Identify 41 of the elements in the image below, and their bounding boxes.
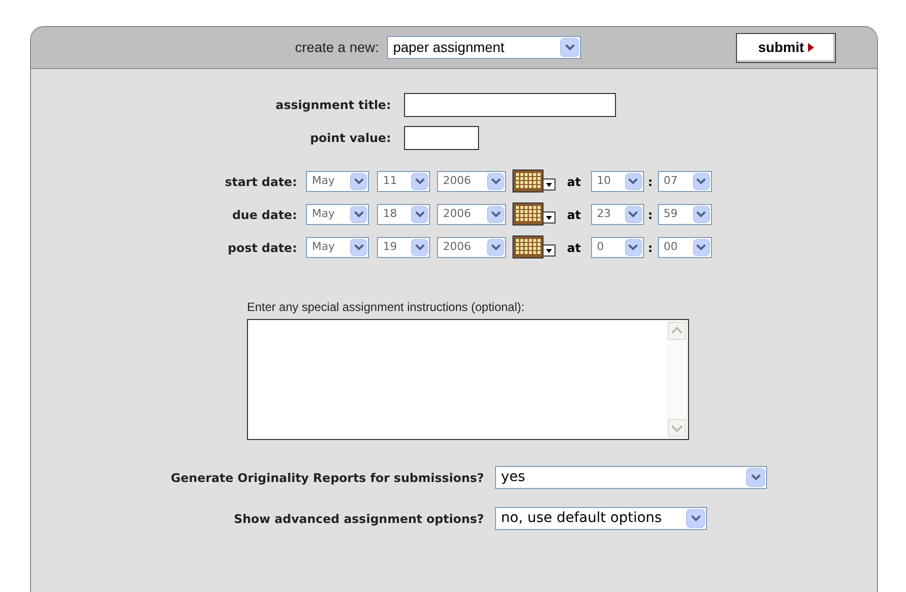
instructions-textarea[interactable]: [247, 319, 689, 440]
hour-select[interactable]: 23: [590, 204, 644, 225]
hour-select[interactable]: 0: [590, 237, 644, 258]
at-label: at: [567, 206, 581, 224]
create-label: create a new:: [295, 38, 380, 57]
option-label: Show advanced assignment options?: [232, 510, 484, 528]
field-label: point value:: [309, 130, 391, 147]
option-select[interactable]: no, use default options: [495, 507, 707, 530]
assignment-type-select[interactable]: paper assignment: [387, 36, 582, 59]
time-separator: :: [648, 174, 653, 190]
year-select[interactable]: 2006: [437, 171, 506, 192]
date-label: start date:: [224, 174, 297, 190]
minute-select[interactable]: 59: [658, 204, 712, 225]
minute-select[interactable]: 00: [658, 237, 712, 258]
calendar-icon[interactable]: [512, 202, 558, 227]
time-separator: :: [648, 206, 653, 224]
day-select[interactable]: 18: [377, 204, 430, 225]
month-select[interactable]: May: [306, 171, 369, 192]
day-select[interactable]: 19: [377, 237, 430, 258]
option-label: Generate Originality Reports for submissions?: [170, 470, 484, 486]
field-label: assignment title:: [274, 97, 391, 114]
calendar-icon[interactable]: [512, 235, 558, 260]
calendar-icon[interactable]: [512, 169, 558, 194]
option-select[interactable]: yes: [495, 466, 767, 489]
at-label: at: [567, 240, 581, 256]
time-separator: :: [648, 240, 653, 256]
title-input[interactable]: [404, 93, 616, 117]
triangle-icon: [808, 43, 814, 52]
month-select[interactable]: May: [306, 237, 369, 258]
date-label: post date:: [226, 240, 297, 256]
instructions-label: Enter any special assignment instructions (optional):: [247, 299, 526, 316]
at-label: at: [567, 174, 581, 190]
month-select[interactable]: May: [306, 204, 369, 225]
date-label: due date:: [231, 206, 297, 224]
hour-select[interactable]: 10: [590, 171, 644, 192]
day-select[interactable]: 11: [377, 171, 430, 192]
points-input[interactable]: [404, 126, 479, 150]
submit-button[interactable]: submit: [736, 32, 836, 62]
minute-select[interactable]: 07: [658, 171, 712, 192]
year-select[interactable]: 2006: [437, 237, 506, 258]
year-select[interactable]: 2006: [437, 204, 506, 225]
